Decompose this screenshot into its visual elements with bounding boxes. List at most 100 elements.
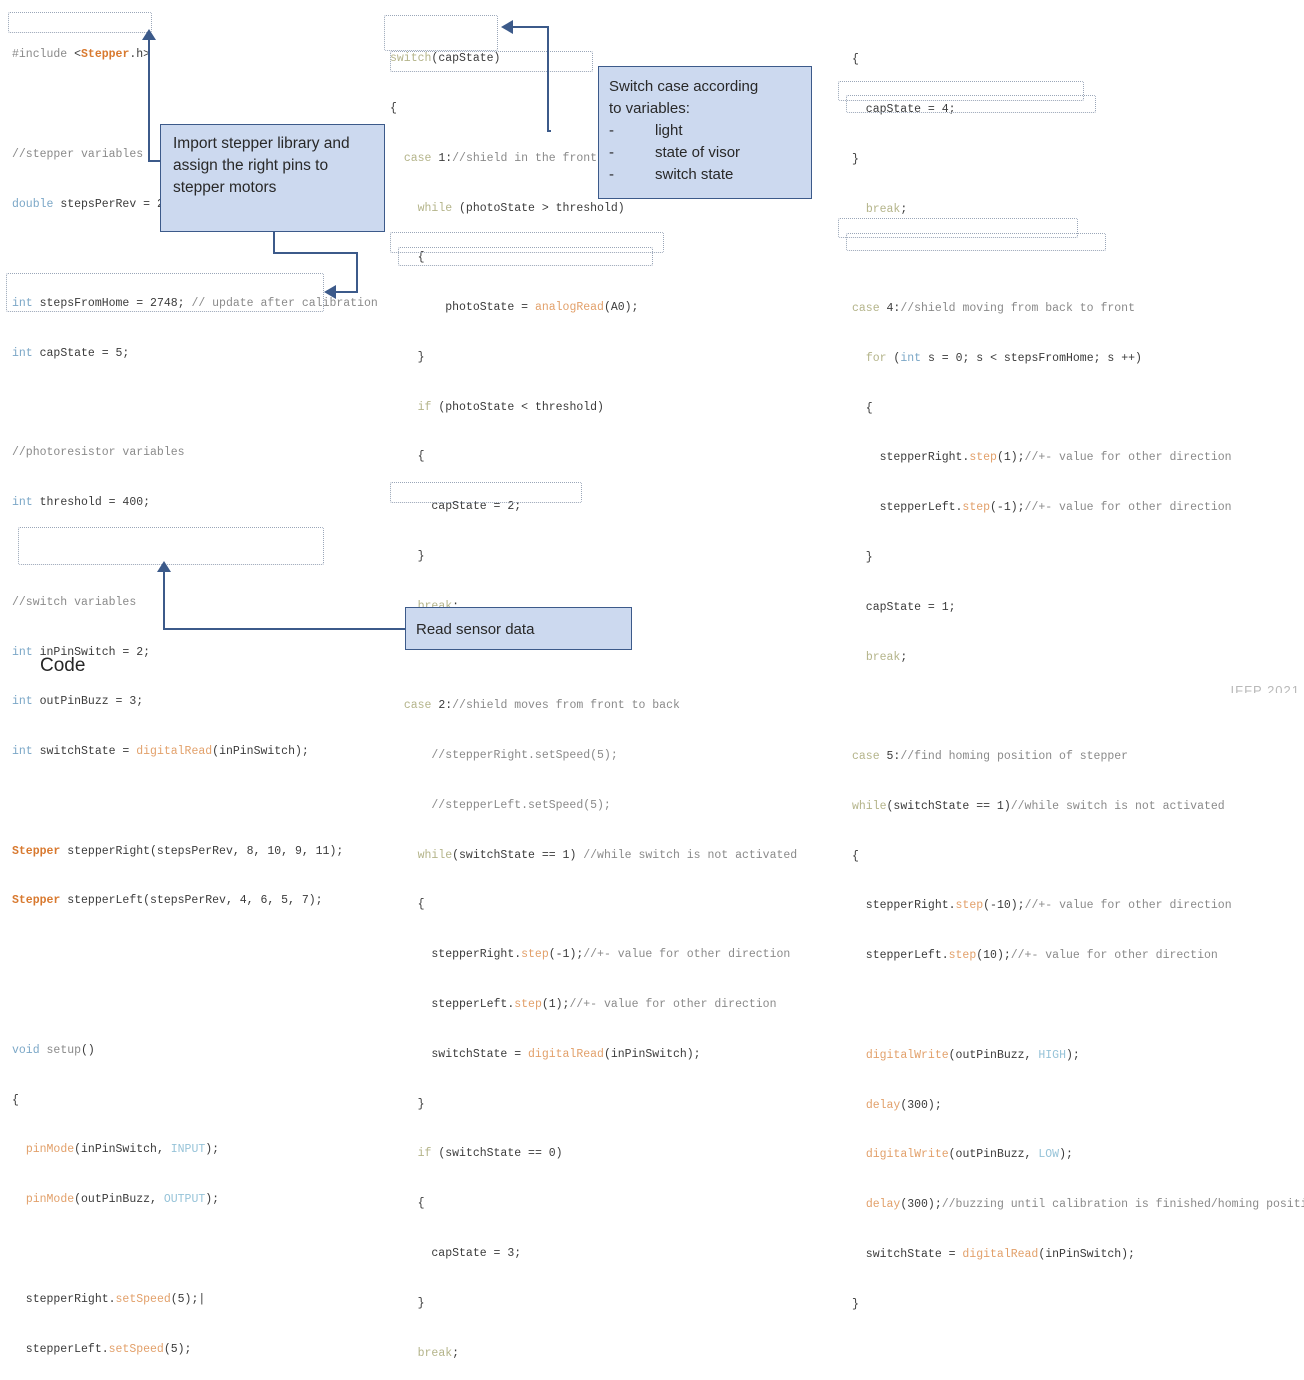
code-line: } xyxy=(852,551,873,564)
code-line: delay(300); xyxy=(865,1098,942,1112)
code-line: { xyxy=(390,450,425,464)
code-line: if (switchState == 0) xyxy=(417,1147,563,1161)
code-line: case 4://shield moving from back to fron… xyxy=(852,302,1135,316)
switch-case-callout[interactable]: Switch case according to variables: - lig… xyxy=(598,66,812,199)
code-line: stepperLeft.setSpeed(5); xyxy=(12,1342,192,1356)
code-line: stepperLeft.step(10);//+- value for othe… xyxy=(852,949,1218,963)
code-line: capState = 3; xyxy=(390,1246,522,1260)
code-line: while (photoState > threshold) xyxy=(417,201,625,215)
code-line: if (photoState < threshold) xyxy=(417,400,604,414)
connector-import-arrowhead xyxy=(142,29,156,40)
code-line: break; xyxy=(417,1346,460,1360)
code-line: capState = 4; xyxy=(852,102,956,116)
code-line: switchState = digitalRead(inPinSwitch); xyxy=(852,1247,1135,1261)
code-line: //photoresistor variables xyxy=(12,446,185,460)
code-line: case 5://find homing position of stepper xyxy=(852,750,1129,764)
code-line: } xyxy=(390,350,425,364)
code-line: delay(300);//buzzing until calibration i… xyxy=(865,1198,1304,1212)
code-line: stepperRight.setSpeed(5);| xyxy=(12,1292,206,1306)
code-line: { xyxy=(852,849,859,863)
code-line: case 2://shield moves from front to back xyxy=(403,699,680,713)
connector-stepper-h2 xyxy=(336,291,358,293)
code-line: int capState = 5; xyxy=(12,346,130,360)
code-line: //switch variables xyxy=(12,595,137,609)
bullet-dash: - xyxy=(609,144,614,161)
switch-case-callout-bullets: - light - state of visor - switch state xyxy=(609,120,801,186)
code-line: Stepper stepperLeft(stepsPerRev, 4, 6, 5… xyxy=(12,894,323,908)
code-line: } xyxy=(390,550,425,563)
code-line: stepperRight.step(-10);//+- value for ot… xyxy=(852,899,1232,913)
code-line: } xyxy=(390,1097,425,1111)
code-line: capState = 1; xyxy=(852,600,956,614)
code-line: pinMode(inPinSwitch, INPUT); xyxy=(25,1143,220,1157)
code-line: capState = 2; xyxy=(390,500,522,514)
read-sensor-callout-text: Read sensor data xyxy=(416,621,535,638)
code-line: { xyxy=(390,1197,425,1211)
code-line: stepperLeft.step(1);//+- value for other… xyxy=(390,998,777,1012)
code-line: } xyxy=(852,152,859,166)
code-line: { xyxy=(852,53,859,67)
connector-stepper-h1 xyxy=(273,252,357,254)
connector-stepper-v2 xyxy=(356,252,358,292)
code-line: stepperRight.step(1);//+- value for othe… xyxy=(852,451,1232,465)
code-line: int switchState = digitalRead(inPinSwitc… xyxy=(12,745,309,759)
connector-switch-v1 xyxy=(547,26,549,131)
connector-switch-h2 xyxy=(513,26,549,28)
connector-switch-arrowhead xyxy=(501,20,513,34)
code-line: stepperRight.step(-1);//+- value for oth… xyxy=(390,948,791,962)
list-item: - light xyxy=(609,120,801,142)
import-stepper-callout-text: Import stepper library and assign the ri… xyxy=(173,135,350,196)
code-line: break; xyxy=(865,650,908,664)
code-line: stepperLeft.step(-1);//+- value for othe… xyxy=(852,501,1232,515)
code-line: pinMode(outPinBuzz, OUTPUT); xyxy=(25,1193,220,1207)
code-line: #include <Stepper.h> xyxy=(12,48,151,62)
code-line: //stepperRight.setSpeed(5); xyxy=(390,749,618,763)
code-line: { xyxy=(390,251,425,265)
corner-watermark: IFFP 2021 xyxy=(1230,683,1300,693)
bullet-label: state of visor xyxy=(655,144,741,161)
bullet-dash: - xyxy=(609,166,614,183)
code-line: photoState = analogRead(A0); xyxy=(390,301,639,315)
connector-sensor-h1 xyxy=(163,628,406,630)
connector-stepper-v1 xyxy=(273,232,275,254)
code-line: { xyxy=(390,898,425,912)
code-line: digitalWrite(outPinBuzz, HIGH); xyxy=(865,1048,1080,1062)
page-title: Code xyxy=(40,655,86,676)
bullet-label: light xyxy=(655,122,683,139)
bullet-label: switch state xyxy=(655,166,734,183)
code-line: } xyxy=(852,1297,859,1311)
code-line: int outPinBuzz = 3; xyxy=(12,695,144,709)
list-item: - state of visor xyxy=(609,142,801,164)
connector-stepper-arrowhead xyxy=(324,285,336,299)
connector-import-v1 xyxy=(148,40,150,161)
switch-case-callout-line2: to variables: xyxy=(609,100,690,117)
code-line: while(switchState == 1) //while switch i… xyxy=(417,848,798,862)
code-line: void setup() xyxy=(12,1043,95,1057)
import-stepper-callout[interactable]: Import stepper library and assign the ri… xyxy=(160,124,385,232)
code-line: digitalWrite(outPinBuzz, LOW); xyxy=(865,1148,1073,1162)
code-line: { xyxy=(852,401,873,415)
code-line: for (int s = 0; s < stepsFromHome; s ++) xyxy=(865,351,1142,365)
read-sensor-callout[interactable]: Read sensor data xyxy=(405,607,632,650)
switch-case-callout-line1: Switch case according xyxy=(609,78,759,95)
code-block-right: { capState = 4; } break; case 4://shield… xyxy=(852,19,1304,1380)
code-line: switchState = digitalRead(inPinSwitch); xyxy=(390,1047,701,1061)
code-line: int threshold = 400; xyxy=(12,496,151,510)
code-line: Stepper stepperRight(stepsPerRev, 8, 10,… xyxy=(12,844,344,858)
code-line: break; xyxy=(865,202,908,216)
list-item: - switch state xyxy=(609,164,801,186)
code-line: } xyxy=(390,1296,425,1310)
